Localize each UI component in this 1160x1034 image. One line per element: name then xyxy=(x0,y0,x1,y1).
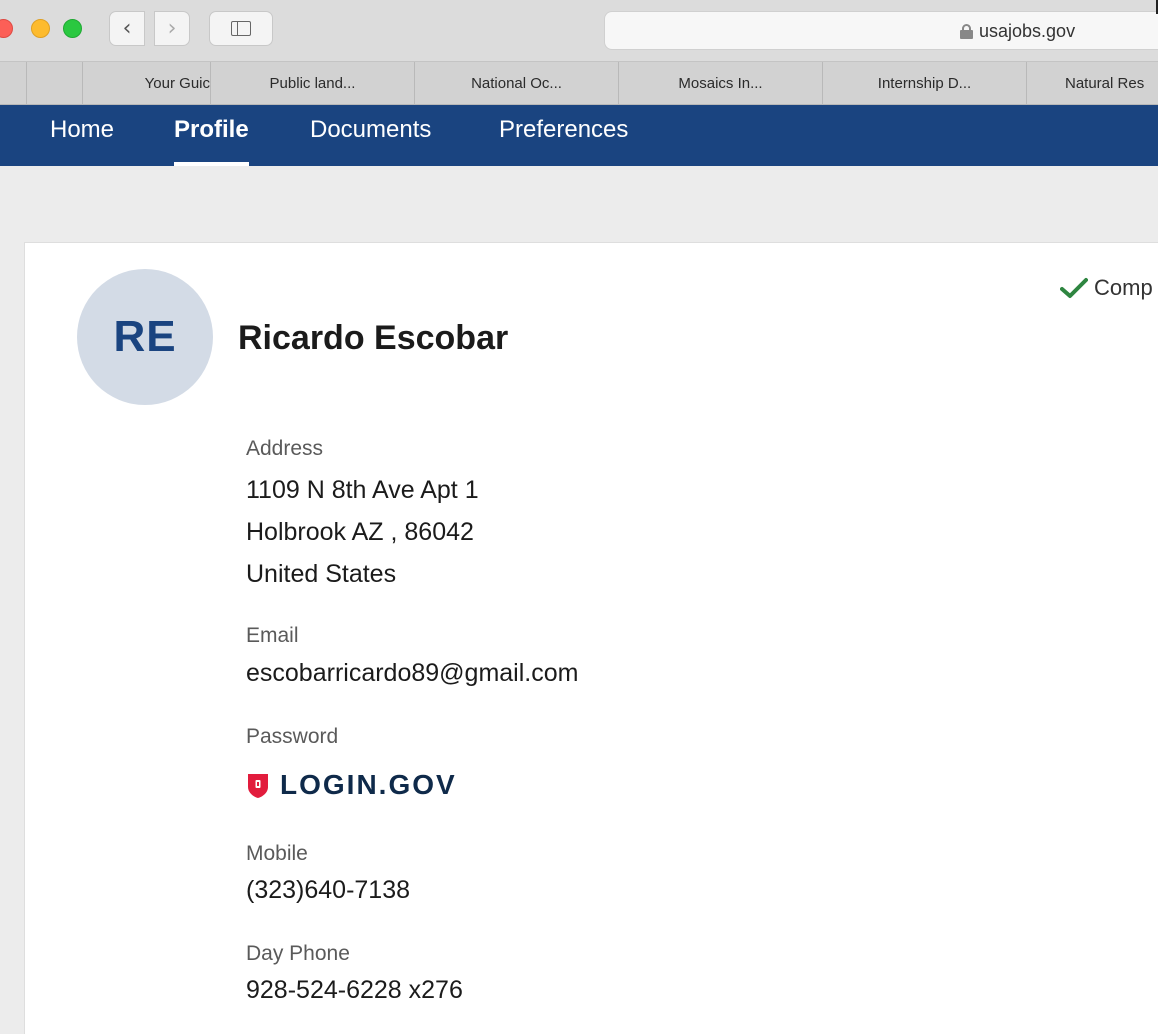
address-line-2: Holbrook AZ , 86042 xyxy=(246,518,474,546)
password-label: Password xyxy=(246,725,339,748)
mobile-value: (323)640-7138 xyxy=(246,876,411,904)
chevron-left-icon: ‹ xyxy=(122,16,132,41)
back-button[interactable]: ‹ xyxy=(109,11,145,46)
avatar-initials: RE xyxy=(113,312,177,361)
bookmark-item[interactable]: National Oc... xyxy=(414,62,618,105)
check-icon xyxy=(1060,278,1088,298)
bookmark-item[interactable]: Mosaics In... xyxy=(618,62,822,105)
bookmark-item[interactable]: Your Guic xyxy=(82,62,210,105)
tab-preferences[interactable]: Preferences xyxy=(499,105,628,166)
bookmark-item[interactable]: Public land... xyxy=(210,62,414,105)
bookmarks-bar: Your Guic Public land... National Oc... … xyxy=(0,62,1160,105)
email-value: escobarricardo89@gmail.com xyxy=(246,659,579,687)
login-gov-shield-icon xyxy=(248,773,268,798)
login-gov-text: LOGIN.GOV xyxy=(280,769,457,800)
tab-profile[interactable]: Profile xyxy=(174,105,249,166)
minimize-window-button[interactable] xyxy=(31,19,50,38)
address-line-1: 1109 N 8th Ave Apt 1 xyxy=(246,476,479,504)
profile-status: Comp xyxy=(1060,275,1153,301)
mobile-label: Mobile xyxy=(246,842,308,865)
sidebar-toggle-button[interactable] xyxy=(209,11,273,46)
bookmark-item[interactable]: Internship D... xyxy=(822,62,1026,105)
site-nav: Home Profile Documents Preferences xyxy=(0,105,1158,166)
bookmark-item[interactable] xyxy=(26,62,82,105)
address-bar[interactable]: usajobs.gov xyxy=(604,11,1160,50)
lock-icon xyxy=(960,24,973,39)
profile-card: RE Ricardo Escobar Comp Address 1109 N 8… xyxy=(24,242,1158,1034)
chevron-right-icon: › xyxy=(167,16,177,41)
scrollbar-tick xyxy=(1156,0,1158,14)
forward-button[interactable]: › xyxy=(154,11,190,46)
address-line-3: United States xyxy=(246,560,397,588)
zoom-window-button[interactable] xyxy=(63,19,82,38)
address-label: Address xyxy=(246,437,324,460)
email-label: Email xyxy=(246,624,299,647)
status-text: Comp xyxy=(1094,275,1153,300)
day-phone-label: Day Phone xyxy=(246,942,350,965)
profile-name: Ricardo Escobar xyxy=(238,319,509,357)
bookmark-item[interactable]: Natural Res xyxy=(1026,62,1160,105)
avatar: RE xyxy=(77,269,213,405)
login-gov-link[interactable]: LOGIN.GOV xyxy=(246,769,457,801)
tab-home[interactable]: Home xyxy=(50,105,114,166)
browser-toolbar: ‹ › usajobs.gov xyxy=(0,0,1160,62)
tab-documents[interactable]: Documents xyxy=(310,105,431,166)
url-text: usajobs.gov xyxy=(979,21,1076,41)
close-window-button[interactable] xyxy=(0,19,13,38)
day-phone-value: 928-524-6228 x276 xyxy=(246,976,463,1004)
sidebar-icon xyxy=(231,21,251,36)
